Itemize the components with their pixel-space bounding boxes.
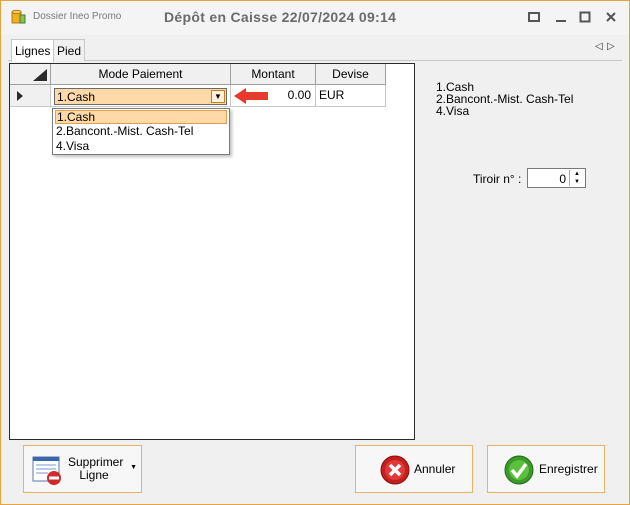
minimize-icon[interactable] — [551, 7, 571, 27]
legend-item: 4.Visa — [436, 104, 470, 118]
tiroir-value[interactable]: 0 — [559, 172, 566, 186]
window-title: Dépôt en Caisse 22/07/2024 09:14 — [164, 9, 397, 25]
maximize-icon[interactable] — [575, 7, 595, 27]
tab-lignes[interactable]: Lignes — [11, 39, 55, 62]
tab-pied[interactable]: Pied — [53, 39, 86, 61]
app-name: Dossier Ineo Promo — [33, 11, 122, 22]
supprimer-label-2: Ligne — [79, 468, 109, 482]
lines-grid[interactable]: Mode Paiement Montant Devise 0.00 EUR 1.… — [9, 63, 415, 440]
red-arrow-icon — [234, 88, 268, 104]
cancel-icon — [380, 455, 410, 485]
row-selector[interactable] — [10, 85, 51, 107]
spin-down-icon[interactable]: ▼ — [570, 178, 584, 186]
restore-icon[interactable] — [524, 7, 544, 27]
col-header-montant[interactable]: Montant — [231, 64, 316, 85]
database-icon — [11, 9, 26, 24]
tab-scroll-left-icon[interactable]: ◁ — [595, 41, 603, 52]
annuler-label: Annuler — [414, 462, 456, 476]
col-header-mode[interactable]: Mode Paiement — [51, 64, 231, 85]
spinner-buttons: ▲ ▼ — [569, 170, 584, 186]
mode-paiement-combo[interactable]: 1.Cash ▼ — [54, 88, 227, 105]
combo-value: 1.Cash — [57, 90, 96, 104]
enregistrer-button[interactable]: Enregistrer — [487, 445, 605, 493]
chevron-down-icon[interactable]: ▼ — [211, 90, 225, 103]
mode-paiement-dropdown[interactable]: 1.Cash 2.Bancont.-Mist. Cash-Tel 4.Visa — [52, 108, 230, 155]
supprimer-label-1: Supprimer — [68, 455, 124, 469]
grid-corner[interactable] — [10, 64, 51, 85]
depot-window: Dossier Ineo Promo Dépôt en Caisse 22/07… — [0, 0, 630, 505]
supprimer-ligne-button[interactable]: Supprimer Ligne ▼ — [23, 445, 142, 493]
tiroir-label: Tiroir n° : — [473, 172, 522, 186]
enregistrer-label: Enregistrer — [539, 462, 598, 476]
spin-up-icon[interactable]: ▲ — [570, 170, 584, 178]
dropdown-option-bancontact[interactable]: 2.Bancont.-Mist. Cash-Tel — [55, 125, 227, 139]
cell-devise[interactable]: EUR — [316, 85, 386, 107]
annuler-button[interactable]: Annuler — [355, 445, 473, 493]
dropdown-option-cash[interactable]: 1.Cash — [55, 110, 227, 124]
title-bar: Dossier Ineo Promo Dépôt en Caisse 22/07… — [1, 1, 629, 35]
close-icon[interactable] — [601, 7, 621, 27]
payment-legend: 1.Cash 2.Bancont.-Mist. Cash-Tel 4.Visa — [436, 81, 573, 117]
check-icon — [504, 455, 534, 485]
tab-scroll-right-icon[interactable]: ▷ — [607, 41, 615, 52]
col-header-devise[interactable]: Devise — [316, 64, 386, 85]
tab-strip: Lignes Pied — [8, 39, 622, 62]
delete-line-icon — [32, 456, 61, 485]
chevron-down-icon[interactable]: ▼ — [130, 464, 137, 471]
tiroir-spinner[interactable]: 0 ▲ ▼ — [527, 168, 586, 188]
dropdown-option-visa[interactable]: 4.Visa — [55, 140, 227, 154]
